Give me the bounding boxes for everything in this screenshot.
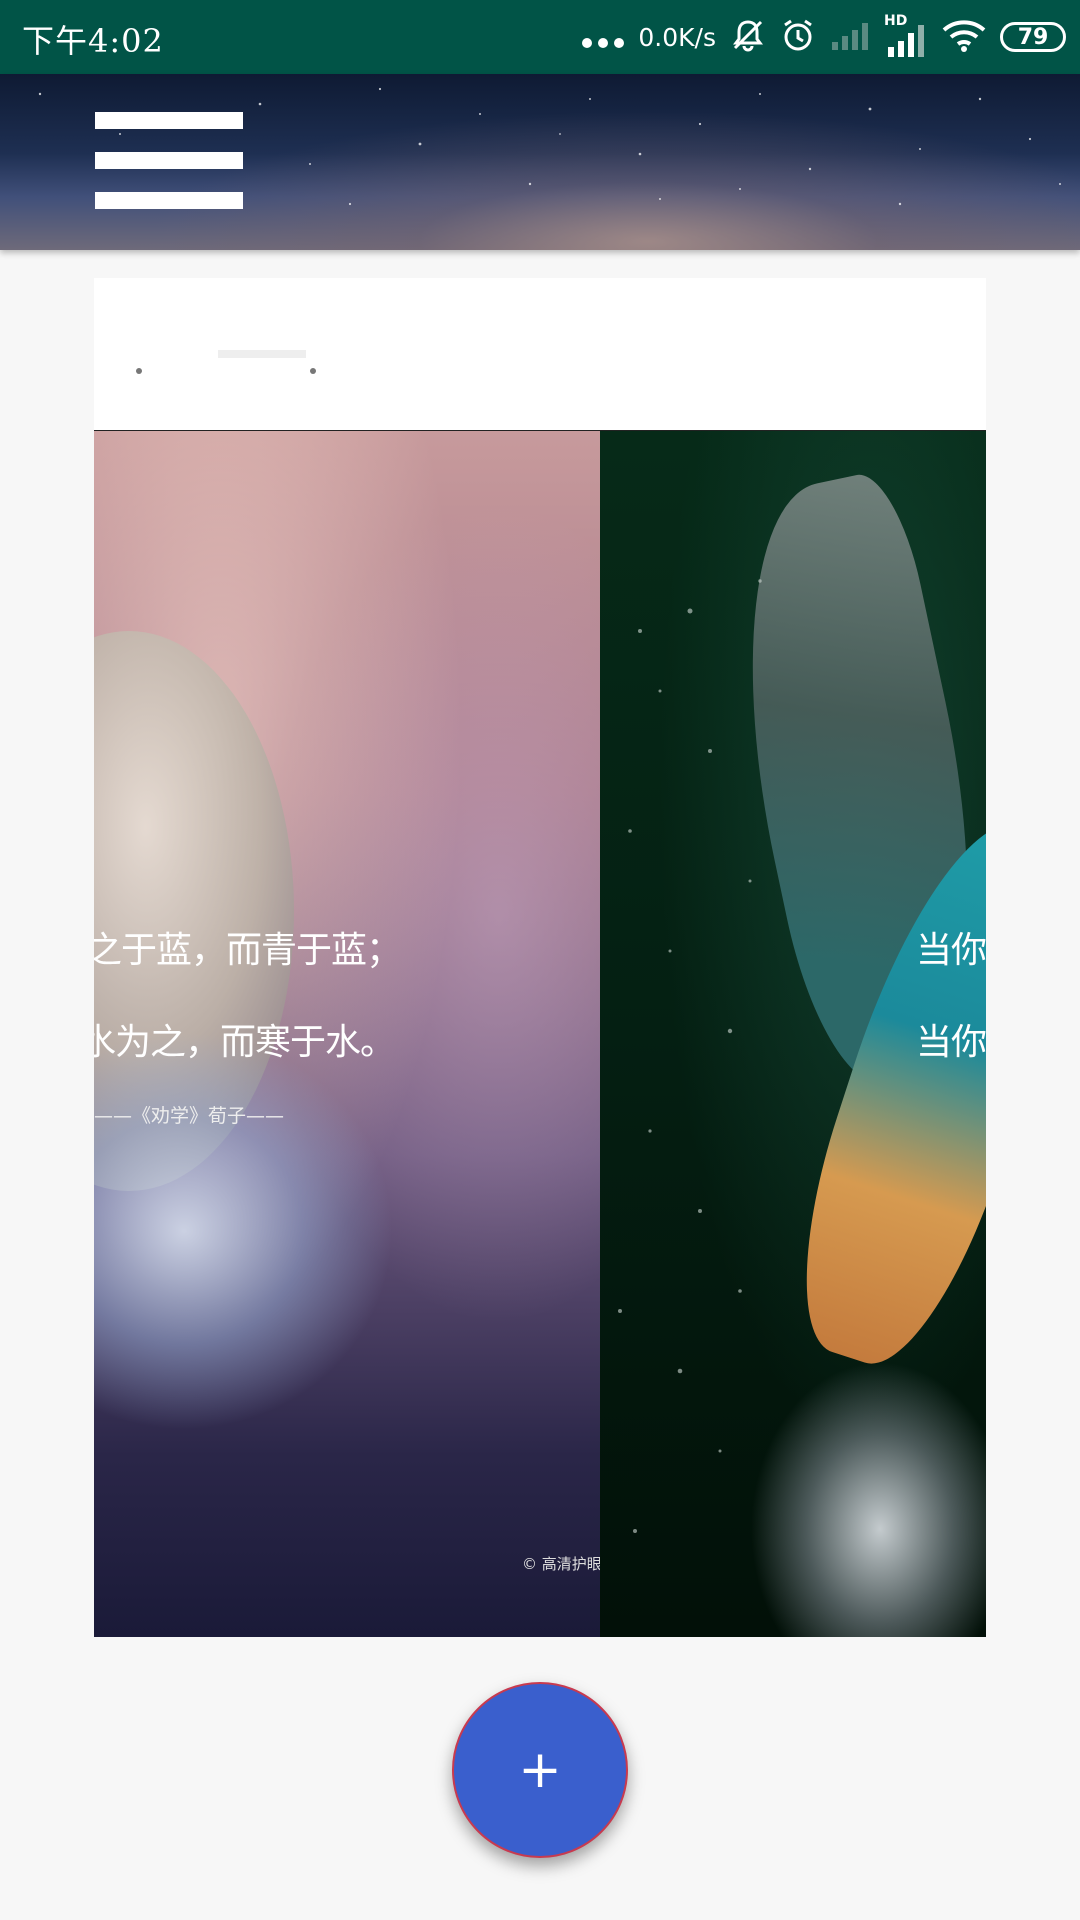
image-carousel[interactable]: 之于蓝，而青于蓝； 水为之，而寒于水。 ——《劝学》荀子—— © 高清护眼模式 … xyxy=(94,430,986,1637)
app-header xyxy=(0,74,1080,250)
carousel-indicator-panel xyxy=(94,278,986,430)
hamburger-menu-icon[interactable] xyxy=(95,112,245,212)
battery-level: 79 xyxy=(1017,24,1049,50)
quote-line: 水为之，而寒于水。 xyxy=(94,1022,396,1063)
wifi-icon xyxy=(942,18,986,56)
status-bar: 下午4:02 0.0K/s HD 79 xyxy=(0,0,1080,74)
mute-bell-icon xyxy=(730,17,766,57)
watermark: © 高清护眼模式 xyxy=(522,1555,600,1573)
indicator-dot[interactable] xyxy=(310,368,316,374)
carousel-slide[interactable]: 之于蓝，而青于蓝； 水为之，而寒于水。 ——《劝学》荀子—— © 高清护眼模式 xyxy=(94,431,600,1637)
more-dots-icon xyxy=(582,38,625,48)
quote-line: 之于蓝，而青于蓝； xyxy=(94,930,402,971)
status-time: 下午4:02 xyxy=(22,22,164,60)
quote-attribution: ——《劝学》荀子—— xyxy=(94,1105,285,1127)
carousel-slide[interactable]: 当你能飞 当你能梦 xyxy=(600,431,986,1637)
hd-signal-icon: HD xyxy=(884,13,928,57)
network-speed: 0.0K/s xyxy=(638,22,716,52)
signal-icon xyxy=(830,20,870,54)
status-icons: 0.0K/s HD 79 xyxy=(582,13,1066,60)
alarm-icon xyxy=(780,17,816,57)
add-button[interactable]: + xyxy=(452,1682,628,1858)
quote-line: 当你能飞 xyxy=(916,930,986,971)
plus-icon: + xyxy=(518,1740,562,1800)
indicator-active-bar[interactable] xyxy=(218,350,306,358)
quote-line: 当你能梦 xyxy=(916,1022,986,1063)
hd-label: HD xyxy=(884,13,908,29)
battery-icon: 79 xyxy=(1000,22,1066,52)
indicator-dot[interactable] xyxy=(136,368,142,374)
frost-image xyxy=(94,1031,394,1431)
